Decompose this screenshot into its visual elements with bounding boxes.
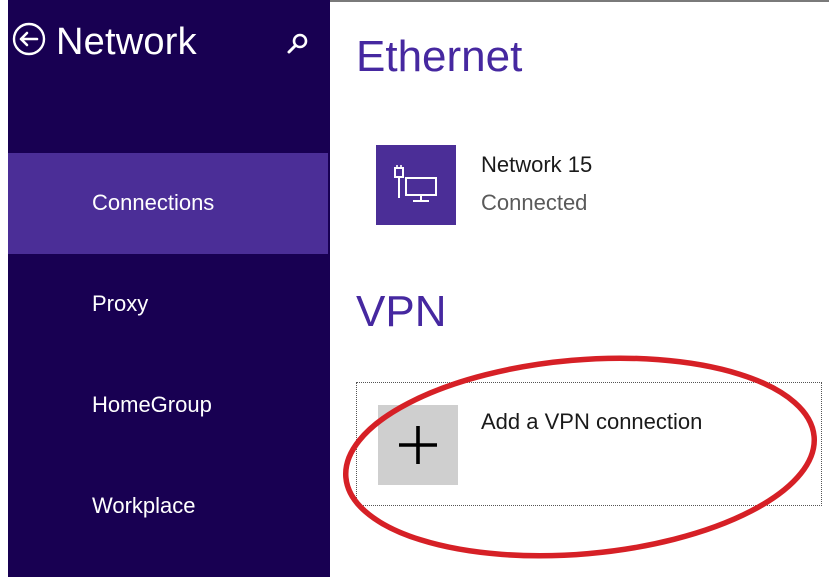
search-button[interactable]	[285, 30, 311, 56]
add-vpn-connection-button[interactable]: Add a VPN connection	[356, 382, 822, 506]
sidebar-item-label: HomeGroup	[92, 392, 212, 417]
sidebar-item-proxy[interactable]: Proxy	[8, 254, 328, 355]
sidebar-item-label: Proxy	[92, 291, 149, 316]
add-vpn-label: Add a VPN connection	[481, 409, 703, 434]
network-status: Connected	[481, 190, 588, 215]
search-icon	[287, 33, 308, 54]
network-settings-window: Network Connections Proxy HomeGroup Work…	[0, 0, 829, 577]
sidebar-title: Network	[56, 21, 197, 63]
sidebar-item-label: Workplace	[92, 493, 196, 518]
top-divider	[330, 0, 829, 2]
ethernet-network-icon	[394, 165, 437, 202]
vpn-heading: VPN	[356, 287, 447, 336]
plus-icon	[399, 426, 437, 464]
ethernet-connection-tile[interactable]	[376, 145, 456, 225]
sidebar-item-workplace[interactable]: Workplace	[8, 456, 328, 557]
back-arrow-circle-icon	[12, 22, 46, 56]
back-button[interactable]	[12, 22, 46, 56]
sidebar-item-homegroup[interactable]: HomeGroup	[8, 355, 328, 456]
add-vpn-tile	[378, 405, 458, 485]
sidebar-item-connections[interactable]: Connections	[8, 153, 328, 254]
network-name: Network 15	[481, 152, 593, 177]
ethernet-heading: Ethernet	[356, 32, 523, 81]
sidebar-item-label: Connections	[92, 190, 215, 215]
